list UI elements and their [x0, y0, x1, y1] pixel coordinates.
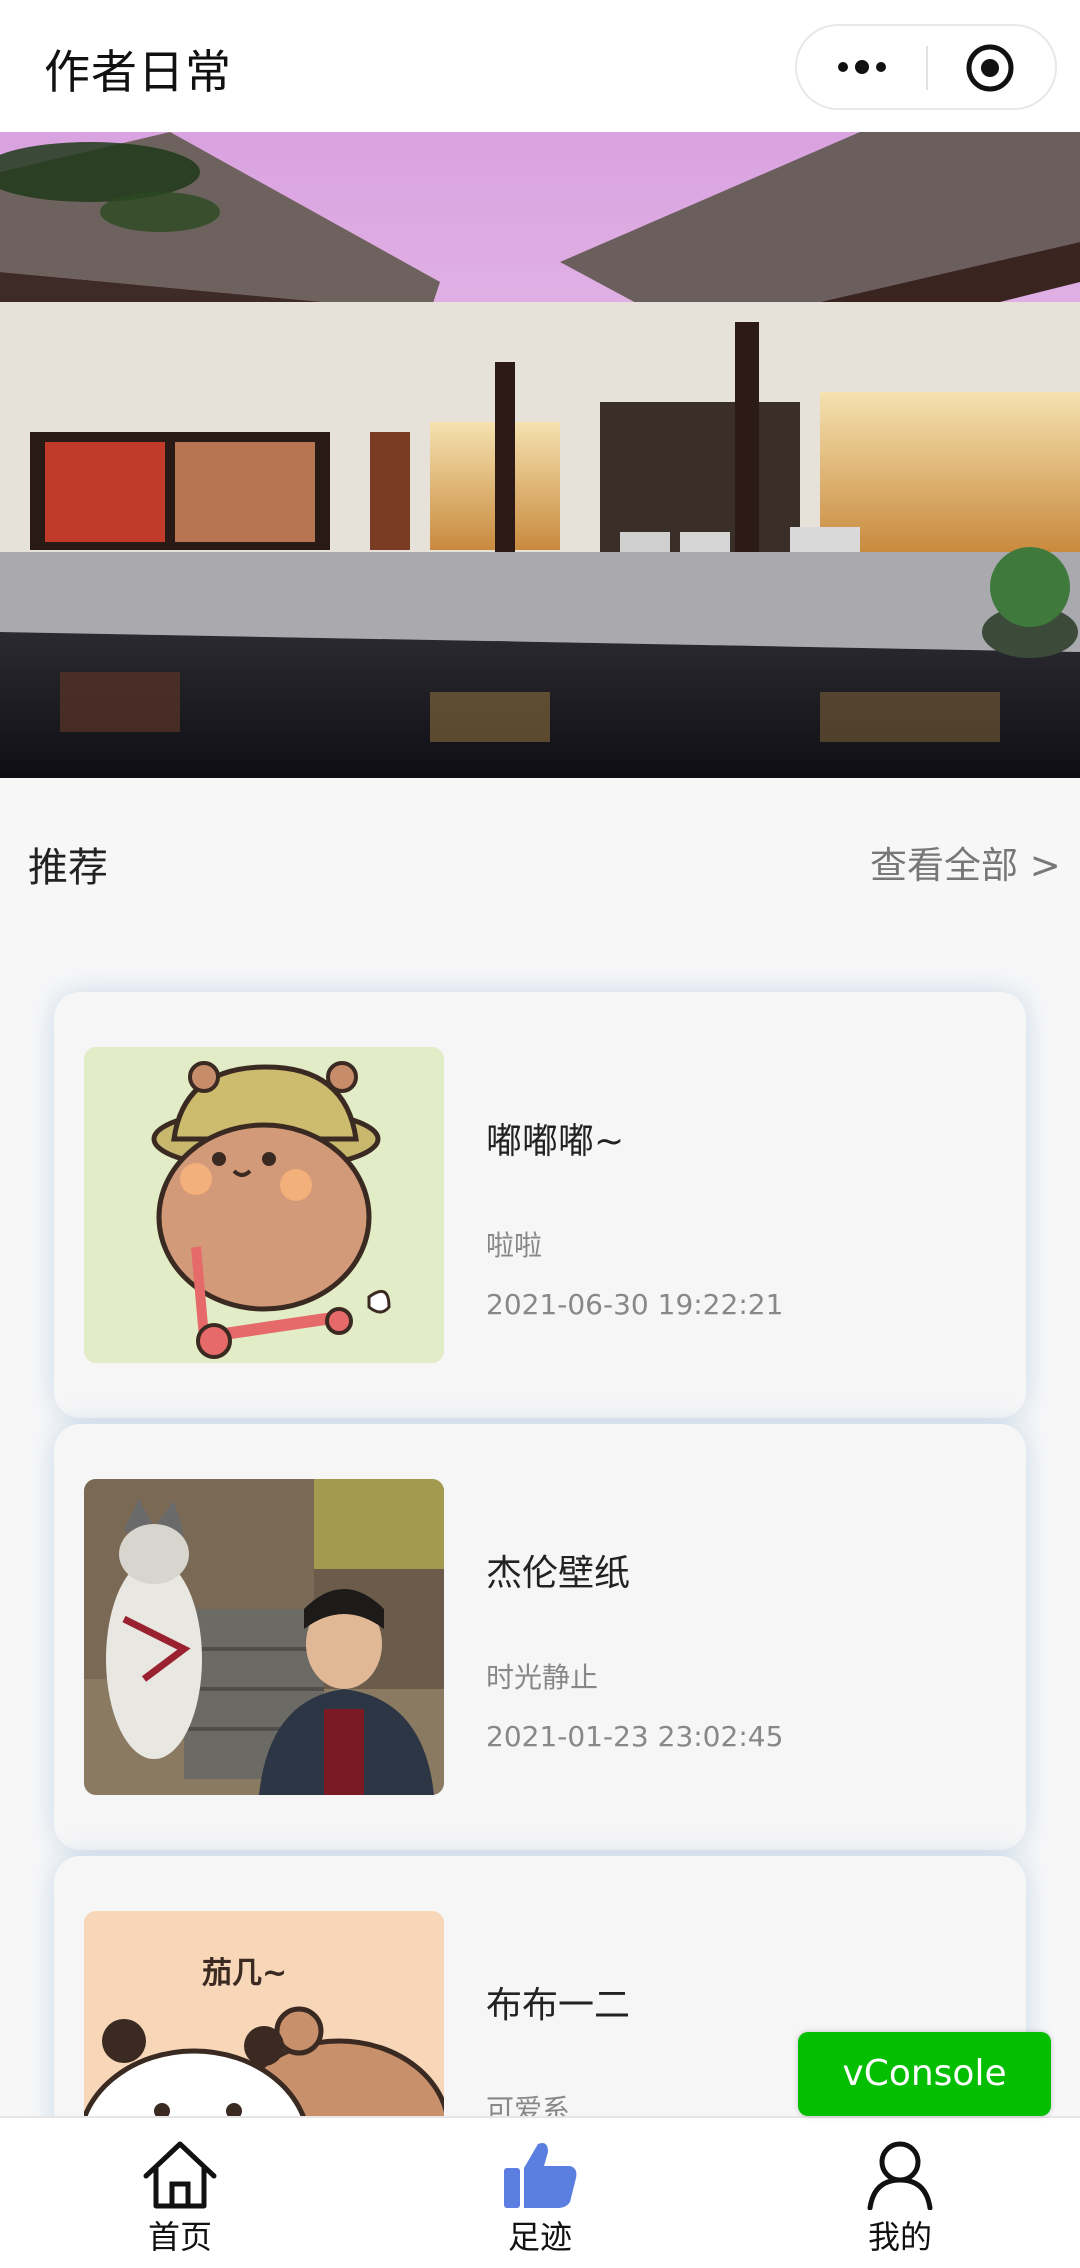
card-thumbnail-bear-scooter — [84, 1047, 444, 1363]
page: 作者日常 推荐 查看全部 > 嘟嘟嘟~ 啦啦 2021-06-30 19:22:… — [0, 0, 1080, 2268]
tab-label: 首页 — [147, 2218, 212, 2256]
tab-footprint[interactable]: 足迹 — [440, 2118, 640, 2268]
page-title: 作者日常 — [44, 45, 232, 99]
card-title: 布布一二 — [486, 1985, 631, 2026]
recommend-card-2[interactable]: 杰伦壁纸 时光静止 2021-01-23 23:02:45 — [54, 1424, 1026, 1850]
menu-capsule — [795, 24, 1057, 110]
more-dots-icon[interactable] — [833, 44, 891, 90]
card-title: 嘟嘟嘟~ — [486, 1121, 625, 1162]
hero-banner-image[interactable] — [0, 132, 1080, 778]
home-icon — [140, 2138, 220, 2210]
card-title: 杰伦壁纸 — [486, 1553, 631, 1594]
tab-mine[interactable]: 我的 — [800, 2118, 1000, 2268]
user-icon — [860, 2138, 940, 2211]
thumbnail-text: 茄几~ — [202, 1956, 287, 1991]
vconsole-button[interactable]: vConsole — [798, 2032, 1051, 2116]
thumbs-up-icon — [500, 2138, 580, 2210]
tab-label: 我的 — [867, 2218, 932, 2256]
capsule-divider — [926, 46, 928, 90]
tab-home[interactable]: 首页 — [80, 2118, 280, 2268]
target-circle-icon[interactable] — [964, 42, 1016, 94]
card-subtitle: 啦啦 — [486, 1229, 543, 1262]
tab-label: 足迹 — [507, 2218, 572, 2256]
card-date: 2021-06-30 19:22:21 — [486, 1288, 784, 1321]
card-subtitle: 时光静止 — [486, 1661, 599, 1694]
recommend-card-1[interactable]: 嘟嘟嘟~ 啦啦 2021-06-30 19:22:21 — [54, 992, 1026, 1418]
card-thumbnail-dog-photo — [84, 1479, 444, 1795]
card-date: 2021-01-23 23:02:45 — [486, 1720, 784, 1753]
view-all-link[interactable]: 查看全部 > — [870, 835, 1061, 889]
top-navbar: 作者日常 — [0, 0, 1080, 132]
section-title: 推荐 — [28, 845, 108, 891]
bottom-tab-bar: 首页 足迹 我的 — [0, 2116, 1080, 2268]
